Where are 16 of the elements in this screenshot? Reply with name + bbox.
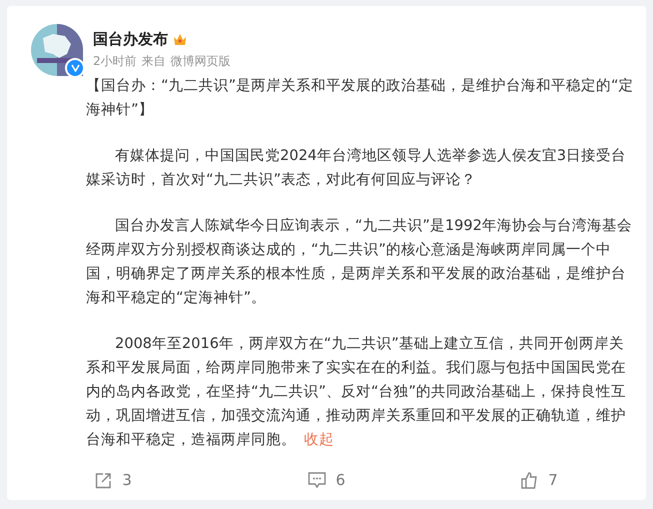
post-paragraph: 有媒体提问，中国国民党2024年台湾地区领导人选举参选人侯友宜3日接受台媒采访时，首次对“九二共识”表态，对此有何回应与评论？ [86, 146, 628, 190]
post-time: 2小时前 [93, 53, 137, 70]
author-name[interactable]: 国台办发布 [93, 30, 168, 49]
like-button[interactable]: 7 [433, 470, 646, 490]
post-title: 【国台办：“九二共识”是两岸关系和平发展的政治基础，是维护台海和平稳定的“定海神针”】 [86, 76, 635, 120]
comment-icon [308, 472, 326, 488]
share-button[interactable]: 3 [7, 470, 220, 490]
collapse-link[interactable]: 收起 [304, 432, 334, 448]
post-paragraph: 2008年至2016年，两岸双方在“九二共识”基础上建立互信，共同开创两岸关系和平发展局面，给两岸同胞带来了实实在在的利益。我们愿与包括中国国民党在内的岛内各政党，在坚持“九二共识”、反对“台独”的共同政治基础上，保持良性互动，巩固增进互信，加强交流沟通，推动两岸关系重回和平发展的正确轨道，维护台海和平稳定，造福两岸同胞。 收起 [86, 334, 628, 450]
post-paragraph: 国台办发言人陈斌华今日应询表示，“九二共识”是1992年海协会与台湾海基会经两岸双方分别授权商谈达成的，“九二共识”的核心意涵是海峡两岸同属一个中国，明确界定了两岸关系的根本性质，是两岸关系和平发展的政治基础，是维护台海和平稳定的“定海神针”。 [86, 216, 633, 308]
thumbs-up-icon [521, 472, 538, 488]
source-label: 来自 [142, 53, 166, 70]
comment-button[interactable]: 6 [220, 470, 433, 490]
crown-icon [173, 33, 187, 46]
share-icon [95, 472, 112, 488]
source-client: 微博网页版 [170, 53, 231, 70]
